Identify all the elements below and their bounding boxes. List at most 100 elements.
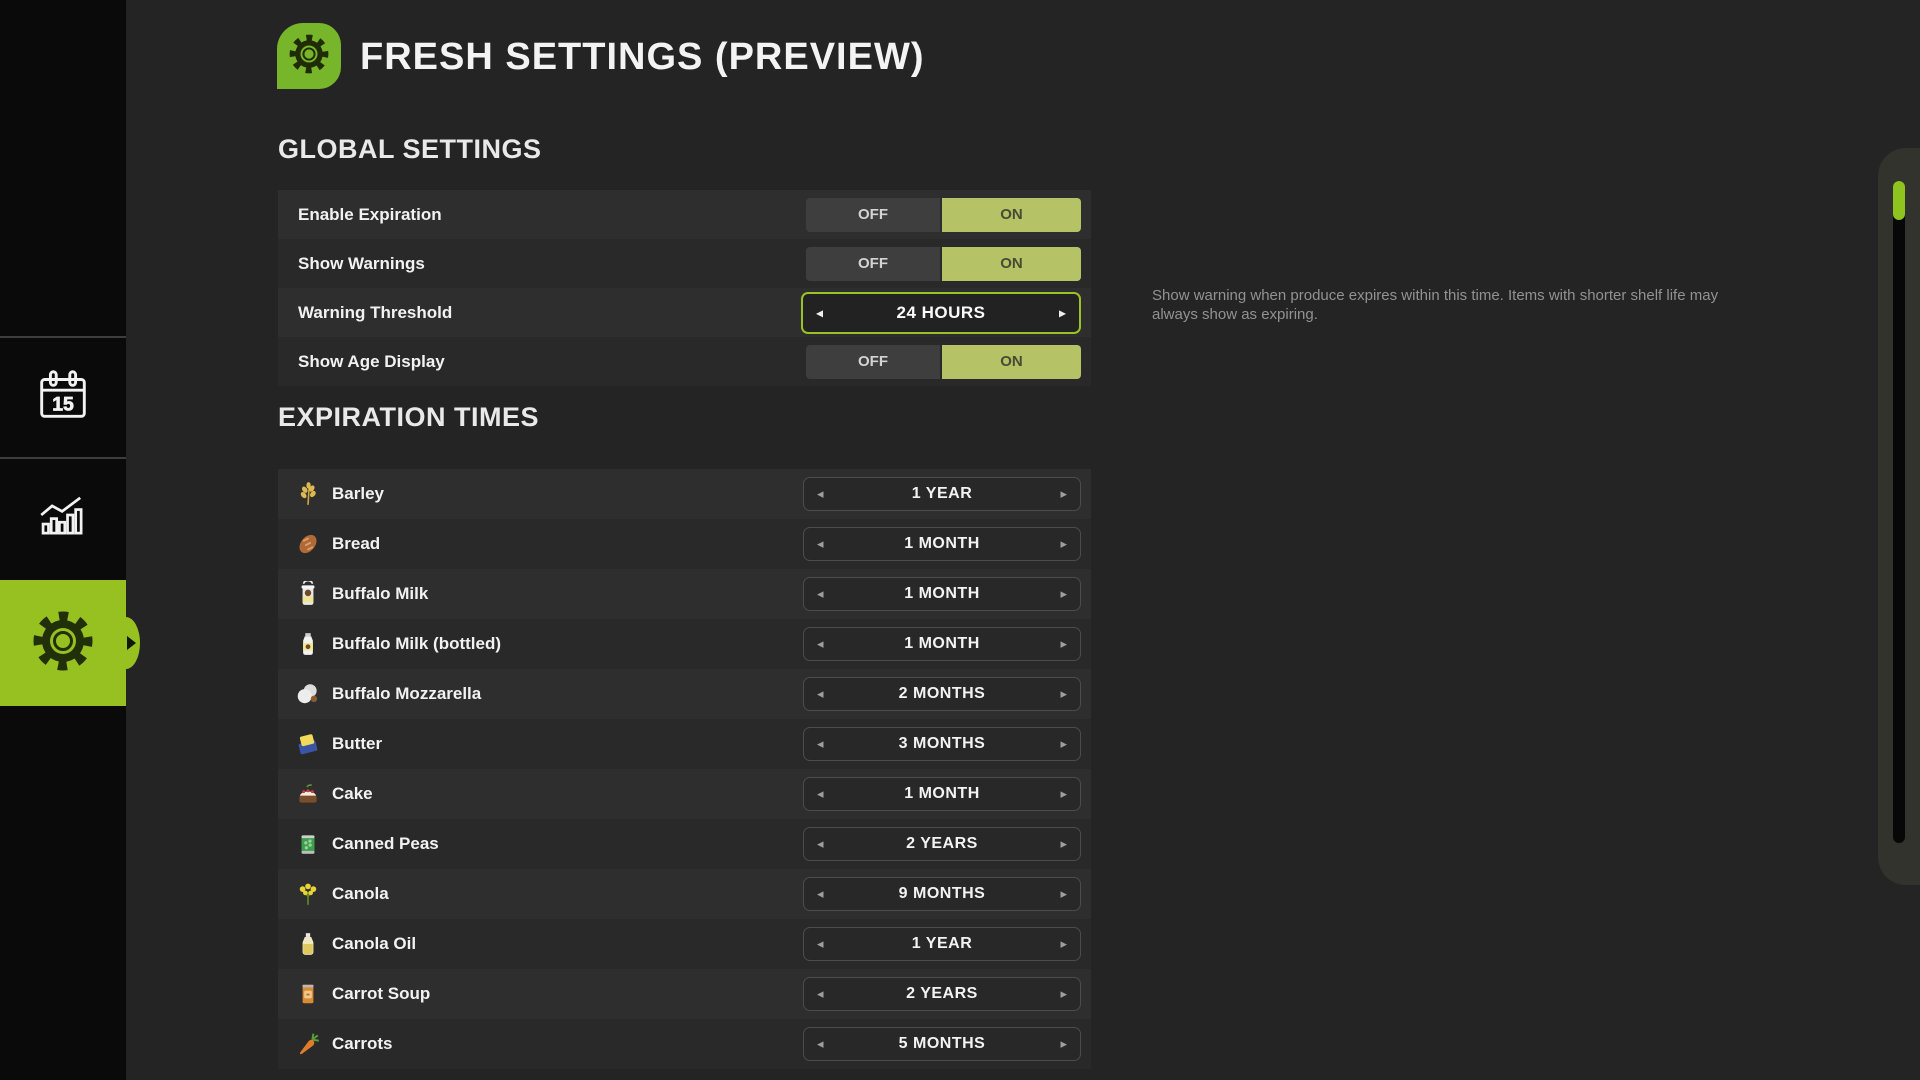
item-label: Carrot Soup [332, 984, 430, 1004]
butter-expiration-selector[interactable]: ◂ 3 MONTHS ▸ [803, 727, 1081, 761]
expiration-row-butter: Butter ◂ 3 MONTHS ▸ [278, 719, 1091, 769]
item-label: Barley [332, 484, 384, 504]
page-title: FRESH SETTINGS (PREVIEW) [360, 36, 924, 79]
arrow-right-icon[interactable]: ▸ [1060, 737, 1067, 750]
arrow-right-icon[interactable]: ▸ [1060, 787, 1067, 800]
arrow-left-icon[interactable]: ◂ [817, 737, 824, 750]
canola-expiration-selector[interactable]: ◂ 9 MONTHS ▸ [803, 877, 1081, 911]
butter-icon [294, 731, 321, 758]
arrow-right-icon[interactable]: ▸ [1060, 987, 1067, 1000]
expiration-times-heading: EXPIRATION TIMES [278, 402, 539, 433]
setting-row-show-age-display: Show Age Display OFF ON [278, 337, 1091, 386]
arrow-left-icon[interactable]: ◂ [817, 1037, 824, 1050]
canned-peas-expiration-selector[interactable]: ◂ 2 YEARS ▸ [803, 827, 1081, 861]
setting-label: Warning Threshold [298, 303, 452, 323]
sidebar: 15 [0, 0, 126, 1080]
selector-value: 1 MONTH [904, 585, 980, 603]
setting-label: Show Warnings [298, 254, 425, 274]
active-tab-arrow-icon [127, 636, 136, 650]
arrow-left-icon[interactable]: ◂ [817, 887, 824, 900]
selector-value: 1 MONTH [904, 635, 980, 653]
gear-icon [31, 609, 95, 678]
expiration-row-canola-oil: Canola Oil ◂ 1 YEAR ▸ [278, 919, 1091, 969]
arrow-left-icon[interactable]: ◂ [816, 305, 823, 319]
arrow-right-icon[interactable]: ▸ [1060, 687, 1067, 700]
carrots-expiration-selector[interactable]: ◂ 5 MONTHS ▸ [803, 1027, 1081, 1061]
toggle-off-button[interactable]: OFF [806, 198, 940, 232]
expiration-row-buffalo-milk: Buffalo Milk ◂ 1 MONTH ▸ [278, 569, 1091, 619]
item-label: Carrots [332, 1034, 392, 1054]
enable-expiration-toggle: OFF ON [806, 198, 1081, 232]
arrow-left-icon[interactable]: ◂ [817, 537, 824, 550]
arrow-right-icon[interactable]: ▸ [1060, 637, 1067, 650]
cake-icon [294, 781, 321, 808]
arrow-right-icon[interactable]: ▸ [1060, 937, 1067, 950]
cake-expiration-selector[interactable]: ◂ 1 MONTH ▸ [803, 777, 1081, 811]
canola-icon [294, 881, 321, 908]
selector-value: 1 YEAR [912, 935, 973, 953]
warning-threshold-selector[interactable]: ◂ 24 HOURS ▸ [801, 292, 1081, 334]
global-settings-rows: Enable Expiration OFF ON Show Warnings O… [278, 190, 1091, 386]
arrow-right-icon[interactable]: ▸ [1060, 587, 1067, 600]
sidebar-item-statistics[interactable] [0, 458, 126, 576]
setting-row-show-warnings: Show Warnings OFF ON [278, 239, 1091, 288]
arrow-right-icon[interactable]: ▸ [1060, 837, 1067, 850]
buffalo-milk-expiration-selector[interactable]: ◂ 1 MONTH ▸ [803, 577, 1081, 611]
arrow-left-icon[interactable]: ◂ [817, 687, 824, 700]
expiration-row-buffalo-milk-bottled: Buffalo Milk (bottled) ◂ 1 MONTH ▸ [278, 619, 1091, 669]
canola-oil-expiration-selector[interactable]: ◂ 1 YEAR ▸ [803, 927, 1081, 961]
buffalo-milk-icon [294, 581, 321, 608]
carrot-soup-icon [294, 981, 321, 1008]
selector-value: 2 MONTHS [899, 685, 986, 703]
arrow-right-icon[interactable]: ▸ [1060, 487, 1067, 500]
buffalo-mozzarella-expiration-selector[interactable]: ◂ 2 MONTHS ▸ [803, 677, 1081, 711]
gear-icon [288, 33, 330, 80]
setting-row-warning-threshold: Warning Threshold ◂ 24 HOURS ▸ [278, 288, 1091, 337]
expiration-row-canola: Canola ◂ 9 MONTHS ▸ [278, 869, 1091, 919]
item-label: Canola Oil [332, 934, 416, 954]
calendar-icon: 15 [32, 364, 94, 431]
selector-value: 2 YEARS [906, 835, 978, 853]
sidebar-item-settings[interactable] [0, 580, 126, 706]
arrow-left-icon[interactable]: ◂ [817, 587, 824, 600]
item-label: Cake [332, 784, 373, 804]
calendar-day-number: 15 [52, 393, 74, 415]
arrow-left-icon[interactable]: ◂ [817, 487, 824, 500]
barley-expiration-selector[interactable]: ◂ 1 YEAR ▸ [803, 477, 1081, 511]
barley-icon [294, 481, 321, 508]
arrow-right-icon[interactable]: ▸ [1060, 887, 1067, 900]
carrots-icon [294, 1031, 321, 1058]
buffalo-milk-bottled-expiration-selector[interactable]: ◂ 1 MONTH ▸ [803, 627, 1081, 661]
arrow-right-icon[interactable]: ▸ [1059, 305, 1066, 319]
item-label: Canola [332, 884, 389, 904]
toggle-on-button[interactable]: ON [942, 345, 1081, 379]
arrow-left-icon[interactable]: ◂ [817, 787, 824, 800]
expiration-row-carrots: Carrots ◂ 5 MONTHS ▸ [278, 1019, 1091, 1069]
scrollbar-track[interactable] [1893, 181, 1905, 843]
arrow-left-icon[interactable]: ◂ [817, 987, 824, 1000]
selector-value: 9 MONTHS [899, 885, 986, 903]
arrow-right-icon[interactable]: ▸ [1060, 1037, 1067, 1050]
scrollbar-thumb[interactable] [1893, 181, 1905, 220]
canned-peas-icon [294, 831, 321, 858]
sidebar-item-calendar[interactable]: 15 [0, 338, 126, 456]
arrow-right-icon[interactable]: ▸ [1060, 537, 1067, 550]
toggle-on-button[interactable]: ON [942, 247, 1081, 281]
expiration-times-rows: Barley ◂ 1 YEAR ▸ Bread ◂ 1 MONTH ▸ [278, 469, 1091, 1069]
toggle-on-button[interactable]: ON [942, 198, 1081, 232]
mozzarella-icon [294, 681, 321, 708]
bread-icon [294, 531, 321, 558]
expiration-row-buffalo-mozzarella: Buffalo Mozzarella ◂ 2 MONTHS ▸ [278, 669, 1091, 719]
arrow-left-icon[interactable]: ◂ [817, 837, 824, 850]
arrow-left-icon[interactable]: ◂ [817, 937, 824, 950]
item-label: Buffalo Milk [332, 584, 428, 604]
toggle-off-button[interactable]: OFF [806, 247, 940, 281]
selector-value: 1 MONTH [904, 785, 980, 803]
item-label: Buffalo Milk (bottled) [332, 634, 501, 654]
toggle-off-button[interactable]: OFF [806, 345, 940, 379]
carrot-soup-expiration-selector[interactable]: ◂ 2 YEARS ▸ [803, 977, 1081, 1011]
bread-expiration-selector[interactable]: ◂ 1 MONTH ▸ [803, 527, 1081, 561]
arrow-left-icon[interactable]: ◂ [817, 637, 824, 650]
global-settings-heading: GLOBAL SETTINGS [278, 134, 542, 165]
item-label: Canned Peas [332, 834, 439, 854]
